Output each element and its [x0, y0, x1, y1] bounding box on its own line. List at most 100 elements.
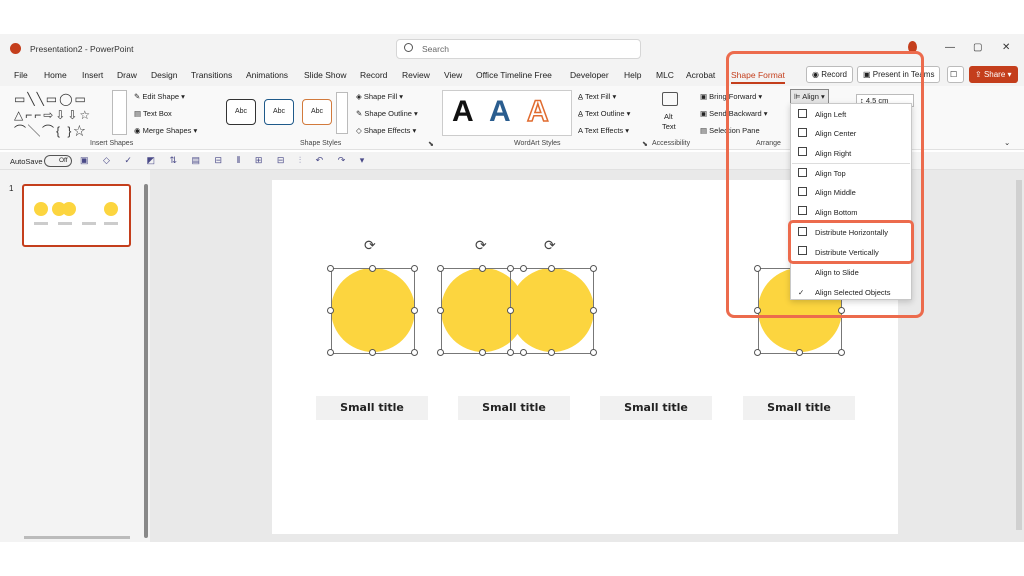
tab-developer[interactable]: Developer — [570, 70, 609, 80]
ribbon-collapse-icon[interactable]: ⌄ — [1004, 138, 1010, 147]
comments-icon[interactable]: ☐ — [947, 66, 964, 83]
minimize-icon[interactable]: — — [945, 42, 955, 53]
rotate-handle-icon[interactable]: ⟳ — [475, 237, 487, 254]
tab-animations[interactable]: Animations — [246, 70, 288, 80]
text-fill-button[interactable]: A̲ Text Fill ▾ — [578, 92, 616, 101]
wordart-style-1[interactable]: A — [452, 95, 474, 129]
close-icon[interactable]: ✕ — [1002, 42, 1010, 53]
merge-shapes-button[interactable]: ◉ Merge Shapes ▾ — [134, 126, 197, 135]
selection-box-3 — [510, 268, 594, 354]
shape-style-2[interactable]: Abc — [264, 99, 294, 125]
alt-text-label-1[interactable]: Alt — [664, 112, 673, 121]
resize-handle[interactable] — [520, 265, 527, 272]
small-title-2[interactable]: Small title — [458, 396, 570, 420]
wordart-launcher[interactable]: ⬊ — [642, 140, 648, 148]
tab-transitions[interactable]: Transitions — [191, 70, 232, 80]
tab-view[interactable]: View — [444, 70, 462, 80]
small-title-1[interactable]: Small title — [316, 396, 428, 420]
resize-handle[interactable] — [479, 265, 486, 272]
autosave-toggle-label: Off — [59, 157, 68, 164]
autosave-toggle[interactable]: Off — [44, 155, 72, 167]
alt-text-label-2[interactable]: Text — [662, 122, 676, 131]
editor-scrollbar[interactable] — [1016, 180, 1022, 530]
resize-handle[interactable] — [327, 265, 334, 272]
resize-handle[interactable] — [548, 265, 555, 272]
text-effects-button[interactable]: A Text Effects ▾ — [578, 126, 629, 135]
shape-gallery-scroll[interactable] — [112, 90, 127, 135]
resize-handle[interactable] — [411, 349, 418, 356]
resize-handle[interactable] — [411, 265, 418, 272]
resize-handle[interactable] — [548, 349, 555, 356]
shape-fill-label: Shape Fill — [363, 92, 398, 101]
tab-home[interactable]: Home — [44, 70, 67, 80]
thumb-circle — [62, 202, 76, 216]
resize-handle[interactable] — [437, 265, 444, 272]
thumbnail-scrollbar[interactable] — [144, 184, 148, 538]
slide-number: 1 — [9, 184, 14, 193]
small-title-4[interactable]: Small title — [743, 396, 855, 420]
shape-styles-more[interactable] — [336, 92, 348, 134]
rotate-handle-icon[interactable]: ⟳ — [544, 237, 556, 254]
shape-style-3[interactable]: Abc — [302, 99, 332, 125]
resize-handle[interactable] — [838, 349, 845, 356]
autosave-label: AutoSave — [10, 157, 43, 166]
tab-design[interactable]: Design — [151, 70, 177, 80]
highlight-annotation-align — [726, 51, 924, 318]
resize-handle[interactable] — [479, 349, 486, 356]
share-button[interactable]: ⇪ Share ▾ — [969, 66, 1018, 83]
wordart-style-2[interactable]: A — [489, 95, 511, 129]
edit-shape-button[interactable]: ✎ Edit Shape ▾ — [134, 92, 185, 101]
tab-insert[interactable]: Insert — [82, 70, 103, 80]
edit-shape-label: Edit Shape — [142, 92, 180, 101]
qat-icons[interactable]: ▣ ◇ ✓ ◩ ⇅ ▤ ⊟ ⫴ ⊞ ⊟ ⫶ ↶ ↷ ▾ — [80, 155, 370, 166]
resize-handle[interactable] — [507, 349, 514, 356]
top-margin — [0, 0, 1024, 34]
alt-text-icon[interactable] — [662, 92, 678, 106]
resize-handle[interactable] — [327, 307, 334, 314]
thumb-label — [104, 222, 118, 225]
shape-style-1[interactable]: Abc — [226, 99, 256, 125]
rotate-handle-icon[interactable]: ⟳ — [364, 237, 376, 254]
resize-handle[interactable] — [507, 265, 514, 272]
resize-handle[interactable] — [796, 349, 803, 356]
shape-effects-label: Shape Effects — [363, 126, 411, 135]
thumb-circle — [34, 202, 48, 216]
resize-handle[interactable] — [411, 307, 418, 314]
tab-draw[interactable]: Draw — [117, 70, 137, 80]
resize-handle[interactable] — [520, 349, 527, 356]
shape-outline-button[interactable]: ✎ Shape Outline ▾ — [356, 109, 418, 118]
resize-handle[interactable] — [437, 307, 444, 314]
resize-handle[interactable] — [437, 349, 444, 356]
resize-handle[interactable] — [327, 349, 334, 356]
tab-help[interactable]: Help — [624, 70, 641, 80]
shape-fill-button[interactable]: ◈ Shape Fill ▾ — [356, 92, 403, 101]
search-icon — [404, 43, 413, 52]
shape-styles-launcher[interactable]: ⬊ — [428, 140, 434, 148]
resize-handle[interactable] — [590, 307, 597, 314]
resize-handle[interactable] — [590, 265, 597, 272]
shape-outline-label: Shape Outline — [364, 109, 412, 118]
insert-shapes-group-label: Insert Shapes — [90, 140, 134, 147]
tab-office-timeline[interactable]: Office Timeline Free — [476, 70, 552, 80]
resize-handle[interactable] — [369, 265, 376, 272]
maximize-icon[interactable]: ▢ — [973, 42, 982, 53]
tab-file[interactable]: File — [14, 70, 28, 80]
resize-handle[interactable] — [507, 307, 514, 314]
tab-acrobat[interactable]: Acrobat — [686, 70, 715, 80]
small-title-3[interactable]: Small title — [600, 396, 712, 420]
thumb-circle — [104, 202, 118, 216]
thumbnail-hscrollbar[interactable] — [24, 536, 130, 539]
wordart-style-3[interactable]: A — [526, 94, 549, 129]
thumb-label — [82, 222, 96, 225]
resize-handle[interactable] — [369, 349, 376, 356]
text-outline-button[interactable]: A̲ Text Outline ▾ — [578, 109, 630, 118]
resize-handle[interactable] — [754, 349, 761, 356]
tab-mlc[interactable]: MLC — [656, 70, 674, 80]
tab-record[interactable]: Record — [360, 70, 387, 80]
text-box-button[interactable]: ▤ Text Box — [134, 109, 172, 118]
resize-handle[interactable] — [590, 349, 597, 356]
tab-slide-show[interactable]: Slide Show — [304, 70, 347, 80]
shape-effects-button[interactable]: ◇ Shape Effects ▾ — [356, 126, 416, 135]
shape-gallery-icon[interactable]: ▭╲╲▭◯▭ △⌐⌐⇨⇩⇩☆ ⌒╲⌒{ }☆ — [14, 91, 92, 139]
tab-review[interactable]: Review — [402, 70, 430, 80]
